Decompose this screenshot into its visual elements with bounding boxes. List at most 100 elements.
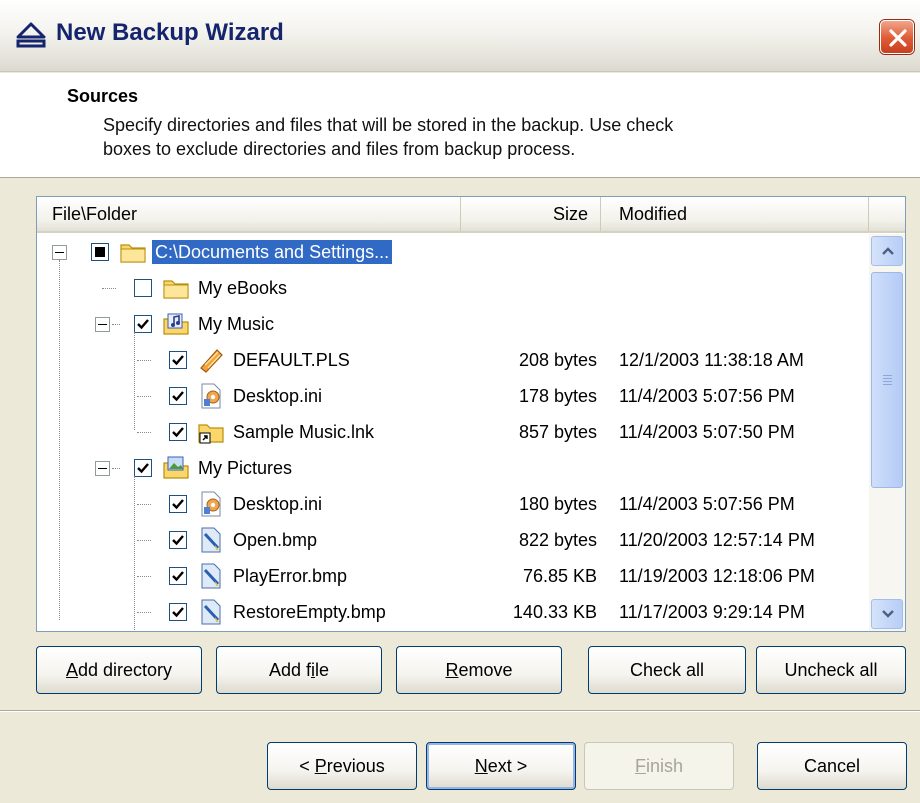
row-checkbox[interactable]	[169, 531, 187, 549]
add-directory-button[interactable]: Add directory	[36, 646, 202, 694]
row-size: 178 bytes	[518, 386, 597, 406]
row-name[interactable]: PlayError.bmp	[230, 564, 350, 588]
check-mark-icon	[172, 499, 184, 510]
scroll-thumb[interactable]	[871, 272, 903, 488]
check-mark-icon	[137, 319, 149, 330]
scroll-down-button[interactable]	[871, 599, 903, 629]
tree-row[interactable]: PlayError.bmp 76.85 KB 11/19/2003 12:18:06…	[37, 558, 869, 594]
tree-row[interactable]: My eBooks	[37, 270, 869, 306]
row-checkbox[interactable]	[134, 279, 152, 297]
settings-file-icon	[197, 382, 225, 415]
row-checkbox[interactable]	[134, 459, 152, 477]
row-size: 140.33 KB	[512, 602, 597, 622]
shortcut-icon	[197, 418, 225, 451]
folder-icon	[119, 238, 147, 271]
row-checkbox[interactable]	[169, 495, 187, 513]
row-name[interactable]: My Music	[195, 312, 277, 336]
row-name[interactable]: Open.bmp	[230, 528, 320, 552]
check-mark-icon	[172, 427, 184, 438]
column-header-file-folder[interactable]: File\Folder	[37, 197, 461, 231]
remove-button[interactable]: Remove	[396, 646, 562, 694]
page-description: Specify directories and files that will …	[103, 113, 823, 161]
tree-guide-line	[134, 476, 135, 631]
check-mark-icon	[172, 571, 184, 582]
check-mark-icon	[172, 355, 184, 366]
add-file-button[interactable]: Add file	[216, 646, 382, 694]
row-name[interactable]: Desktop.ini	[230, 384, 325, 408]
column-header-modified[interactable]: Modified	[601, 197, 869, 231]
wizard-header: Sources Specify directories and files th…	[0, 73, 920, 178]
row-modified: 11/4/2003 5:07:56 PM	[619, 386, 795, 406]
chevron-down-icon	[882, 610, 894, 618]
sources-list[interactable]: File\Folder Size Modified C:\Documents a…	[36, 196, 906, 632]
previous-button[interactable]: < Previous	[267, 742, 417, 790]
row-name[interactable]: My Pictures	[195, 456, 295, 480]
vertical-scrollbar[interactable]	[869, 234, 905, 631]
tree-row[interactable]: Desktop.ini 180 bytes 11/4/2003 5:07:56 PM	[37, 486, 869, 522]
collapse-toggle[interactable]	[52, 245, 67, 260]
row-checkbox[interactable]	[169, 567, 187, 585]
description-line-2: boxes to exclude directories and files f…	[103, 139, 576, 159]
separator	[0, 710, 920, 712]
row-modified: 11/4/2003 5:07:50 PM	[619, 422, 795, 442]
bitmap-icon	[197, 562, 225, 595]
uncheck-all-button[interactable]: Uncheck all	[756, 646, 906, 694]
cancel-button[interactable]: Cancel	[757, 742, 907, 790]
tree-row[interactable]: RestoreEmpty.bmp 140.33 KB 11/17/2003 9:29…	[37, 594, 869, 630]
check-mark-icon	[172, 535, 184, 546]
row-modified: 11/4/2003 5:07:56 PM	[619, 494, 795, 514]
settings-file-icon	[197, 490, 225, 523]
music-folder-icon	[162, 310, 190, 343]
tree-row[interactable]: My Pictures	[37, 450, 869, 486]
row-checkbox[interactable]	[169, 603, 187, 621]
row-size: 822 bytes	[518, 530, 597, 550]
tree-row[interactable]: Desktop.ini 178 bytes 11/4/2003 5:07:56 PM	[37, 378, 869, 414]
next-button[interactable]: Next >	[426, 742, 576, 790]
title-bar: New Backup Wizard	[0, 0, 920, 72]
column-header-size[interactable]: Size	[461, 197, 601, 231]
row-modified: 11/20/2003 12:57:14 PM	[619, 530, 815, 550]
row-checkbox[interactable]	[134, 315, 152, 333]
tree-row[interactable]: Open.bmp 822 bytes 11/20/2003 12:57:14 PM	[37, 522, 869, 558]
row-modified: 11/19/2003 12:18:06 PM	[619, 566, 815, 586]
row-name[interactable]: RestoreEmpty.bmp	[230, 600, 389, 624]
row-checkbox[interactable]	[169, 351, 187, 369]
close-icon	[889, 29, 907, 47]
row-name[interactable]: C:\Documents and Settings...	[152, 240, 393, 264]
row-size: 76.85 KB	[522, 566, 597, 586]
list-header: File\Folder Size Modified	[37, 197, 905, 233]
scroll-up-button[interactable]	[871, 236, 903, 266]
check-mark-icon	[137, 463, 149, 474]
description-line-1: Specify directories and files that will …	[103, 115, 674, 135]
tree-rows: C:\Documents and Settings... My eBooks My …	[37, 234, 869, 631]
row-name[interactable]: Sample Music.lnk	[230, 420, 377, 444]
row-checkbox[interactable]	[91, 243, 109, 261]
row-name[interactable]: Desktop.ini	[230, 492, 325, 516]
row-checkbox[interactable]	[169, 387, 187, 405]
tree-row[interactable]: My Music	[37, 306, 869, 342]
eject-icon	[14, 20, 48, 55]
row-modified: 11/17/2003 9:29:14 PM	[619, 602, 805, 622]
bitmap-icon	[197, 598, 225, 631]
page-title: Sources	[67, 86, 139, 106]
tree-row[interactable]: C:\Documents and Settings...	[37, 234, 869, 270]
row-name[interactable]: My eBooks	[195, 276, 290, 300]
folder-icon	[162, 274, 190, 307]
row-checkbox[interactable]	[169, 423, 187, 441]
tree-row[interactable]: DEFAULT.PLS 208 bytes 12/1/2003 11:38:18 A…	[37, 342, 869, 378]
row-name[interactable]: DEFAULT.PLS	[230, 348, 353, 372]
collapse-toggle[interactable]	[95, 461, 110, 476]
close-button[interactable]	[880, 20, 914, 54]
row-modified: 12/1/2003 11:38:18 AM	[619, 350, 804, 370]
chevron-up-icon	[882, 247, 894, 255]
bitmap-icon	[197, 526, 225, 559]
row-size: 180 bytes	[518, 494, 597, 514]
row-size: 208 bytes	[518, 350, 597, 370]
check-all-button[interactable]: Check all	[588, 646, 746, 694]
tree-guide-line	[134, 332, 135, 430]
row-size: 857 bytes	[518, 422, 597, 442]
playlist-icon	[197, 346, 225, 379]
finish-button: Finish	[584, 742, 734, 790]
tree-row[interactable]: Sample Music.lnk 857 bytes 11/4/2003 5:07:…	[37, 414, 869, 450]
collapse-toggle[interactable]	[95, 317, 110, 332]
